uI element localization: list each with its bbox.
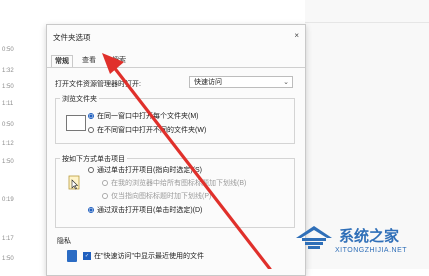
group-title: 浏览文件夹: [60, 94, 99, 104]
divider: [305, 22, 429, 23]
time-label: 1:32: [2, 68, 14, 74]
pointer-icon: [68, 175, 80, 190]
watermark-text: 系统之家: [339, 228, 400, 245]
radio-button[interactable]: [88, 127, 94, 133]
time-label: 1:50: [2, 256, 14, 262]
group-title: 按如下方式单击项目: [60, 154, 127, 164]
time-label: 0:50: [2, 47, 14, 53]
privacy-icon: [67, 250, 77, 262]
browse-folders-group: 浏览文件夹 在同一窗口中打开每个文件夹(M) 在不同窗口中打开不同的文件夹(W): [55, 94, 295, 144]
tab-search[interactable]: 搜索: [109, 55, 129, 66]
open-explorer-value: 快速访问: [194, 79, 222, 86]
tab-bar: 常规 查看 搜索: [47, 55, 305, 67]
time-label: 1:11: [2, 101, 14, 107]
privacy-title: 隐私: [57, 238, 71, 245]
open-explorer-select[interactable]: 快速访问 ⌄: [189, 76, 293, 88]
radio-label: 仅当指向图标标题时加下划线(P): [111, 193, 212, 200]
time-label: 0:50: [2, 122, 14, 128]
open-explorer-label: 打开文件资源管理器时打开:: [55, 81, 141, 88]
privacy-recent-files-checkbox[interactable]: ✓ 在"快速访问"中显示最近使用的文件: [83, 251, 204, 261]
radio-label: 在我的浏览器中给所有图标标题加下划线(B): [111, 180, 247, 187]
dialog-title: 文件夹选项: [53, 33, 91, 42]
radio-button[interactable]: [88, 167, 94, 173]
window-icon: [66, 115, 86, 131]
time-label: 1:17: [2, 236, 14, 242]
radio-button[interactable]: [88, 207, 94, 213]
radio-button[interactable]: [102, 180, 108, 186]
radio-underline-hover[interactable]: 仅当指向图标标题时加下划线(P): [102, 191, 211, 201]
tab-view[interactable]: 查看: [79, 55, 99, 66]
watermark-subtext: XITONGZHIJIA.NET: [335, 247, 408, 254]
chevron-down-icon: ⌄: [283, 79, 289, 86]
radio-underline-always[interactable]: 在我的浏览器中给所有图标标题加下划线(B): [102, 178, 246, 188]
radio-label: 在同一窗口中打开每个文件夹(M): [97, 113, 199, 120]
radio-double-click[interactable]: 通过双击打开项目(单击时选定)(D): [88, 205, 202, 215]
radio-button[interactable]: [102, 193, 108, 199]
radio-label: 在不同窗口中打开不同的文件夹(W): [97, 127, 207, 134]
checkbox-label: 在"快速访问"中显示最近使用的文件: [94, 253, 204, 260]
close-icon[interactable]: ×: [294, 31, 299, 40]
house-logo-icon: [296, 226, 332, 249]
tab-divider: [47, 67, 305, 68]
folder-options-dialog: 文件夹选项 × 常规 查看 搜索 打开文件资源管理器时打开: 快速访问 ⌄ 浏览…: [46, 24, 306, 276]
background-time-column: 0:50 1:32 1:50 1:11 0:50 1:12 1:50 0:19 …: [0, 0, 40, 269]
click-items-group: 按如下方式单击项目 通过单击打开项目(指向时选定)(S) 在我的浏览器中给所有图…: [55, 154, 295, 228]
time-label: 0:19: [2, 197, 14, 203]
radio-button[interactable]: [88, 113, 94, 119]
time-label: 1:50: [2, 159, 14, 165]
radio-label: 通过单击打开项目(指向时选定)(S): [97, 167, 202, 174]
radio-single-click[interactable]: 通过单击打开项目(指向时选定)(S): [88, 165, 202, 175]
checkbox-checked-icon[interactable]: ✓: [83, 252, 91, 260]
radio-new-window[interactable]: 在不同窗口中打开不同的文件夹(W): [88, 125, 206, 135]
time-label: 1:12: [2, 141, 14, 147]
tab-general[interactable]: 常规: [51, 55, 73, 67]
time-label: 1:50: [2, 84, 14, 90]
radio-label: 通过双击打开项目(单击时选定)(D): [97, 207, 203, 214]
radio-same-window[interactable]: 在同一窗口中打开每个文件夹(M): [88, 111, 199, 121]
